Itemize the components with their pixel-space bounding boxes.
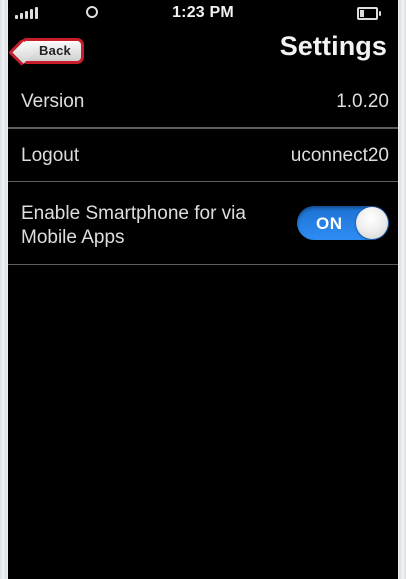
page-title: Settings [279,31,387,61]
version-value: 1.0.20 [336,91,389,112]
status-bar: 1:23 PM [8,0,398,28]
navigation-bar: Back Settings [8,28,398,74]
phone-screen: 1:23 PM Back Settings Version 1.0.20 Log… [8,0,398,579]
toggle-knob[interactable] [356,207,388,239]
toggle-state-label: ON [316,214,343,233]
back-button[interactable]: Back [20,38,84,64]
battery-icon [357,7,381,20]
logout-row[interactable]: Logout uconnect20 [8,128,398,182]
logout-label: Logout [21,145,80,166]
battery-level [360,10,364,17]
smartphone-setting-row: Enable Smartphone for via Mobile Apps ON [8,181,398,265]
logout-account-value: uconnect20 [290,145,389,166]
version-label: Version [21,91,85,112]
back-button-label: Back [39,43,71,58]
version-row: Version 1.0.20 [8,75,398,128]
smartphone-toggle[interactable]: ON [297,206,389,240]
smartphone-setting-label: Enable Smartphone for via Mobile Apps [21,203,246,248]
status-time: 1:23 PM [172,4,234,21]
device-frame: 1:23 PM Back Settings Version 1.0.20 Log… [0,0,406,579]
